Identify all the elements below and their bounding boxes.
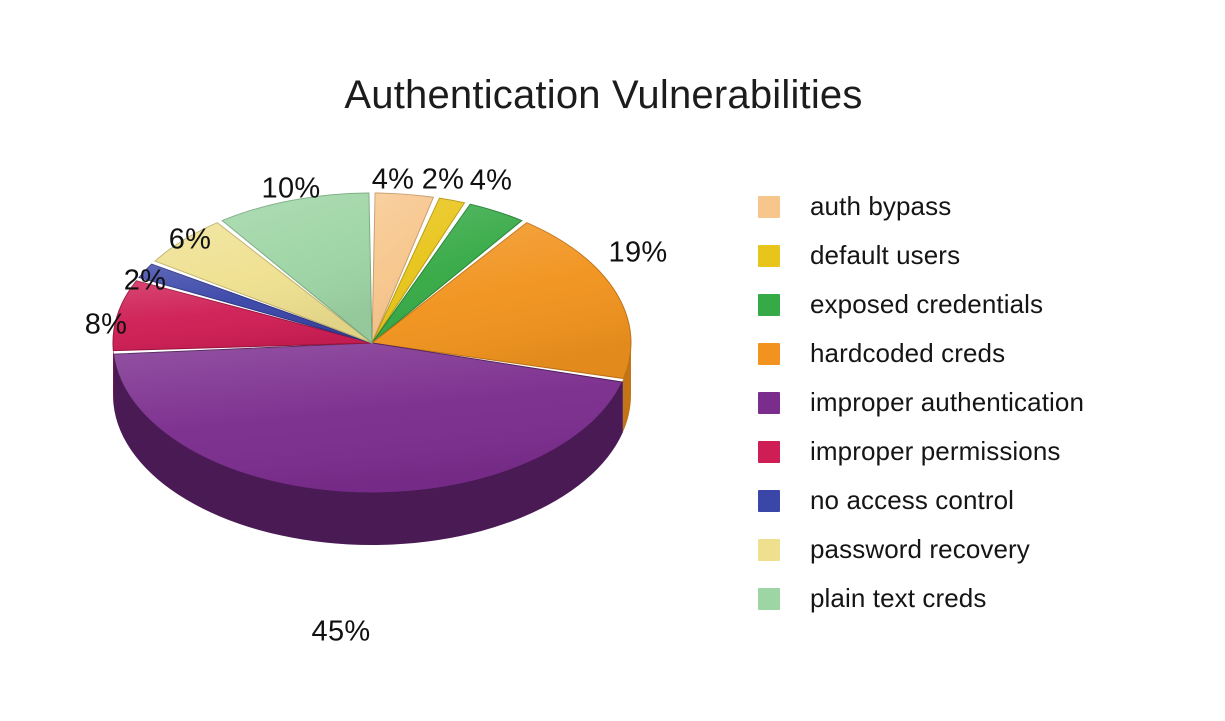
legend-item-label: hardcoded creds (810, 338, 1006, 368)
pie-percent-label: 45% (311, 615, 371, 648)
legend-item-label: improper authentication (810, 387, 1085, 417)
legend-swatch-icon (758, 391, 780, 414)
legend-item[interactable]: improper authentication (758, 378, 1218, 427)
pie-percent-label: 4% (469, 164, 513, 197)
pie-chart-svg: auth bypassdefault usersexposed credenti… (112, 192, 632, 545)
legend-item[interactable]: plain text creds (758, 574, 1218, 623)
pie-percent-label: 2% (123, 264, 167, 297)
pie-percent-label: 4% (371, 163, 415, 196)
pie-percent-label: 19% (608, 236, 668, 269)
legend-swatch-icon (758, 587, 780, 610)
legend-item-label: default users (810, 240, 961, 270)
legend-item[interactable]: auth bypass (758, 182, 1218, 231)
legend-item[interactable]: exposed credentials (758, 280, 1218, 329)
legend-item[interactable]: hardcoded creds (758, 329, 1218, 378)
pie-chart: auth bypassdefault usersexposed credenti… (0, 0, 760, 721)
pie-percent-label: 2% (421, 163, 465, 196)
legend-item[interactable]: improper permissions (758, 427, 1218, 476)
legend-item-label: improper permissions (810, 436, 1061, 466)
legend-swatch-icon (758, 195, 780, 218)
pie-percent-label: 6% (168, 223, 212, 256)
legend-swatch-icon (758, 342, 780, 365)
legend-item-label: password recovery (810, 534, 1030, 564)
legend-swatch-icon (758, 244, 780, 267)
pie-percent-label: 8% (84, 308, 128, 341)
legend-item[interactable]: no access control (758, 476, 1218, 525)
legend-item-label: plain text creds (810, 583, 987, 613)
legend-item[interactable]: password recovery (758, 525, 1218, 574)
legend-swatch-icon (758, 293, 780, 316)
legend-swatch-icon (758, 440, 780, 463)
legend-item[interactable]: default users (758, 231, 1218, 280)
pie-percent-label: 10% (261, 172, 321, 205)
legend-swatch-icon (758, 489, 780, 512)
legend-item-label: auth bypass (810, 191, 952, 221)
legend-swatch-icon (758, 538, 780, 561)
legend-item-label: no access control (810, 485, 1015, 515)
legend: auth bypass default users exposed credenti… (758, 182, 1218, 623)
legend-item-label: exposed credentials (810, 289, 1044, 319)
pie-slice-side (113, 343, 114, 405)
